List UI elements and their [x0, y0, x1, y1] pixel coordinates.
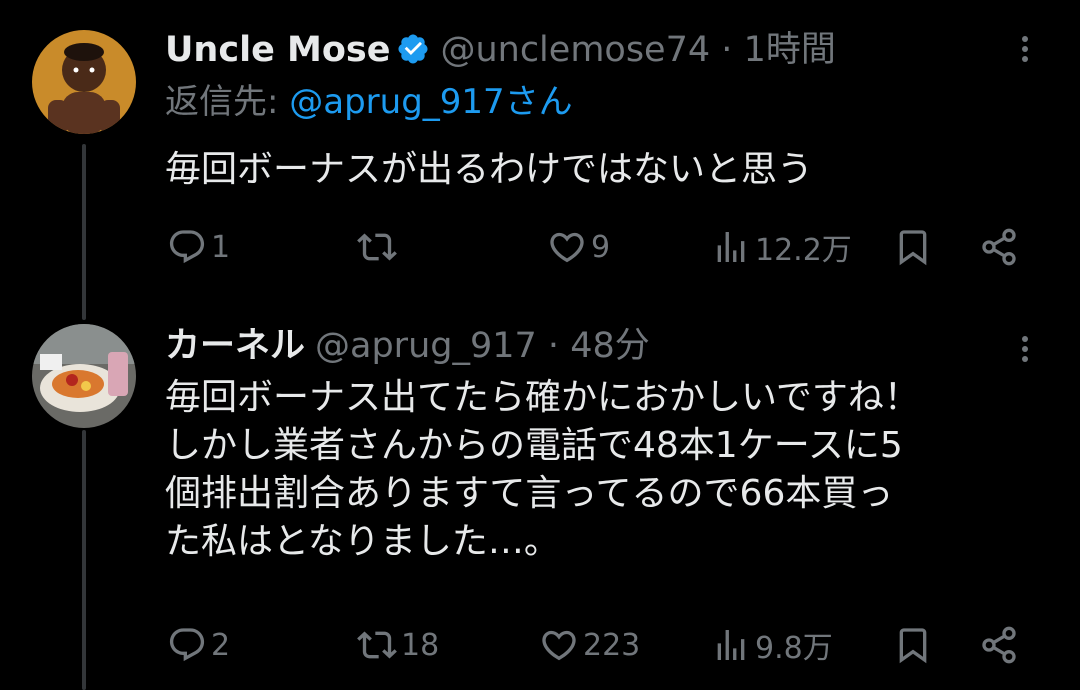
user-handle[interactable]: @aprug_917	[315, 326, 537, 366]
reply-bubble-icon	[167, 227, 207, 267]
bookmark-button[interactable]	[893, 222, 933, 272]
reply-button[interactable]: 2	[167, 620, 230, 670]
retweet-icon	[357, 625, 397, 665]
bookmark-icon	[893, 625, 933, 665]
retweet-button[interactable]	[357, 222, 401, 272]
bookmark-icon	[893, 227, 933, 267]
separator-dot: ·	[547, 326, 560, 366]
retweet-count: 18	[401, 627, 440, 663]
more-dots-icon[interactable]	[1010, 32, 1040, 72]
bookmark-button[interactable]	[893, 620, 933, 670]
like-button[interactable]: 223	[539, 620, 640, 670]
views-button[interactable]: 12.2万	[711, 222, 852, 272]
reply-count: 2	[211, 627, 231, 663]
replying-mention-link[interactable]: @aprug_917さん	[289, 82, 572, 122]
share-icon	[979, 227, 1019, 267]
views-bar-chart-icon	[711, 625, 751, 665]
verified-badge-icon	[396, 32, 430, 66]
retweet-button[interactable]: 18	[357, 620, 439, 670]
reply-button[interactable]: 1	[167, 222, 230, 272]
heart-icon	[539, 625, 579, 665]
tweet-1[interactable]: Uncle Mose @unclemose74 · 1時間 返信先: @aprug…	[0, 0, 1080, 320]
tweet-2[interactable]: カーネル @aprug_917 · 48分 毎回ボーナス出てたら確かにおかしいです…	[0, 320, 1080, 681]
tweet-actions: 1 9 12.2万	[165, 222, 1025, 272]
more-dots-icon[interactable]	[1010, 332, 1040, 372]
timestamp[interactable]: 1時間	[744, 30, 836, 70]
retweet-icon	[357, 227, 397, 267]
views-count: 9.8万	[755, 631, 833, 666]
timestamp[interactable]: 48分	[570, 326, 650, 366]
views-bar-chart-icon	[711, 227, 751, 267]
display-name[interactable]: Uncle Mose	[165, 30, 390, 70]
avatar[interactable]	[32, 30, 136, 134]
tweet-header: カーネル @aprug_917 · 48分	[165, 324, 650, 368]
replying-to: 返信先: @aprug_917さん	[165, 80, 573, 124]
avatar[interactable]	[32, 324, 136, 428]
reply-count: 1	[211, 229, 231, 265]
replying-prefix: 返信先:	[165, 82, 290, 122]
display-name[interactable]: カーネル	[165, 326, 305, 366]
tweet-actions: 2 18 223 9.8万	[165, 620, 1025, 670]
tweet-text: 毎回ボーナスが出るわけではないと思う	[165, 149, 814, 190]
like-button[interactable]: 9	[547, 222, 610, 272]
like-count: 9	[591, 229, 611, 265]
user-handle[interactable]: @unclemose74	[440, 30, 710, 70]
separator-dot: ·	[721, 30, 733, 70]
heart-icon	[547, 227, 587, 267]
tweet-header: Uncle Mose @unclemose74 · 1時間	[165, 28, 836, 72]
share-button[interactable]	[979, 620, 1019, 670]
reply-bubble-icon	[167, 625, 207, 665]
like-count: 223	[583, 627, 641, 663]
views-button[interactable]: 9.8万	[711, 620, 833, 670]
share-icon	[979, 625, 1019, 665]
tweet-text: 毎回ボーナス出てたら確かにおかしいですね！ しかし業者さんからの電話で48本1ケ…	[165, 377, 920, 562]
share-button[interactable]	[979, 222, 1019, 272]
views-count: 12.2万	[755, 233, 852, 268]
